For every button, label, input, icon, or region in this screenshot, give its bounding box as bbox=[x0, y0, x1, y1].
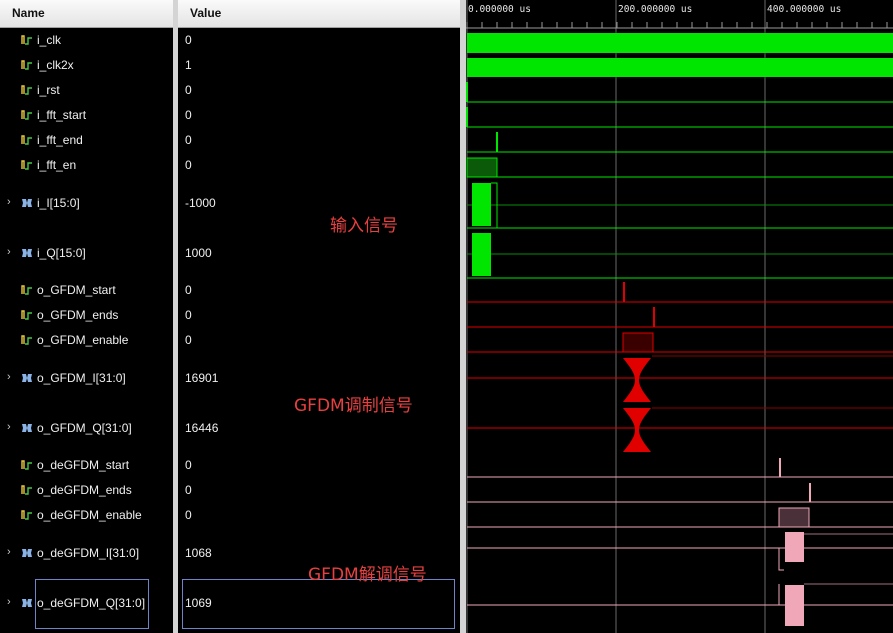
signal-value: 0 bbox=[185, 283, 192, 297]
signal-value: 0 bbox=[185, 458, 192, 472]
bit-signal-icon bbox=[21, 160, 32, 170]
bus-signal-icon bbox=[22, 199, 32, 207]
o-gfdm-i-bus-data bbox=[623, 358, 651, 402]
bit-signal-icon bbox=[21, 335, 32, 345]
signal-value: 0 bbox=[185, 83, 192, 97]
expand-chevron-icon[interactable]: › bbox=[7, 196, 11, 208]
signal-name: i_fft_start bbox=[37, 108, 87, 122]
signal-value: 0 bbox=[185, 508, 192, 522]
i-i-bus-data bbox=[472, 183, 491, 226]
signal-name: o_deGFDM_enable bbox=[37, 508, 142, 522]
signal-name: i_I[15:0] bbox=[37, 196, 80, 210]
o-degfdm-q-bus-data bbox=[785, 585, 804, 626]
signal-row[interactable]: › i_Q[15:0] bbox=[0, 246, 173, 262]
o-degfdm-q-bus-edge bbox=[778, 584, 784, 606]
selected-value-highlight bbox=[182, 579, 455, 629]
bus-signal-icon bbox=[22, 599, 32, 607]
i-clk-wave bbox=[467, 33, 893, 53]
signal-row[interactable]: o_GFDM_start bbox=[0, 283, 173, 299]
o-gfdm-enable-high bbox=[622, 332, 654, 353]
bit-signal-icon bbox=[21, 110, 32, 120]
waveform-pane[interactable]: 0.000000 us 200.000000 us 400.000000 us bbox=[466, 0, 893, 633]
signal-row[interactable]: o_GFDM_ends bbox=[0, 308, 173, 324]
signal-value: 0 bbox=[185, 333, 192, 347]
selected-row-highlight bbox=[35, 579, 149, 629]
bit-signal-icon bbox=[21, 510, 32, 520]
signal-row[interactable]: i_rst bbox=[0, 83, 173, 99]
signal-row[interactable]: i_fft_en bbox=[0, 158, 173, 174]
signal-row[interactable]: › o_GFDM_Q[31:0] bbox=[0, 421, 173, 437]
annotation-demodulated-signal: GFDM解调信号 bbox=[308, 565, 427, 585]
expand-chevron-icon[interactable]: › bbox=[7, 421, 11, 433]
signal-value: 1 bbox=[185, 58, 192, 72]
signal-name: o_deGFDM_start bbox=[37, 458, 130, 472]
bus-signal-icon bbox=[22, 249, 32, 257]
signal-value: 0 bbox=[185, 308, 192, 322]
signal-name: o_GFDM_enable bbox=[37, 333, 129, 347]
o-gfdm-q-bus-data bbox=[623, 408, 651, 452]
expand-chevron-icon[interactable]: › bbox=[7, 596, 11, 608]
signal-value: 0 bbox=[185, 158, 192, 172]
signal-name: i_Q[15:0] bbox=[37, 246, 86, 260]
expand-chevron-icon[interactable]: › bbox=[7, 246, 11, 258]
annotation-modulated-signal: GFDM调制信号 bbox=[294, 396, 413, 416]
signal-row[interactable]: i_fft_end bbox=[0, 133, 173, 149]
signal-name: o_deGFDM_I[31:0] bbox=[37, 546, 140, 560]
value-column-header[interactable]: Value bbox=[178, 0, 460, 28]
i-fft-en-high bbox=[466, 157, 498, 178]
waveform-canvas[interactable] bbox=[466, 0, 893, 633]
signal-name: o_GFDM_Q[31:0] bbox=[37, 421, 132, 435]
signal-value: 0 bbox=[185, 133, 192, 147]
signal-value: 1000 bbox=[185, 246, 212, 260]
signal-row[interactable]: o_deGFDM_enable bbox=[0, 508, 173, 524]
signal-name: i_clk2x bbox=[37, 58, 74, 72]
i-q-bus-data bbox=[472, 233, 491, 276]
signal-name: i_fft_end bbox=[37, 133, 83, 147]
expand-chevron-icon[interactable]: › bbox=[7, 546, 11, 558]
signal-value: 0 bbox=[185, 108, 192, 122]
signal-name: o_GFDM_ends bbox=[37, 308, 119, 322]
signal-value: 1068 bbox=[185, 546, 212, 560]
signal-row[interactable]: o_deGFDM_ends bbox=[0, 483, 173, 499]
name-column-header[interactable]: Name bbox=[0, 0, 173, 28]
signal-name: o_GFDM_start bbox=[37, 283, 116, 297]
signal-name: o_deGFDM_ends bbox=[37, 483, 132, 497]
signal-name-pane: Name i_clk i_clk2x i_rst i_fft_start i_fft_e… bbox=[0, 0, 173, 633]
signal-row[interactable]: i_fft_start bbox=[0, 108, 173, 124]
signal-row[interactable]: › o_deGFDM_I[31:0] bbox=[0, 546, 173, 562]
signal-value: 0 bbox=[185, 33, 192, 47]
bit-signal-icon bbox=[21, 60, 32, 70]
bus-signal-icon bbox=[22, 549, 32, 557]
signal-value: -1000 bbox=[185, 196, 216, 210]
bit-signal-icon bbox=[21, 85, 32, 95]
o-degfdm-i-bus-edge bbox=[778, 548, 784, 571]
signal-row[interactable]: o_GFDM_enable bbox=[0, 333, 173, 349]
signal-row[interactable]: o_deGFDM_start bbox=[0, 458, 173, 474]
bit-signal-icon bbox=[21, 310, 32, 320]
signal-value: 0 bbox=[185, 483, 192, 497]
bus-signal-icon bbox=[22, 374, 32, 382]
signal-row[interactable]: › i_I[15:0] bbox=[0, 196, 173, 212]
bus-signal-icon bbox=[22, 424, 32, 432]
signal-row[interactable]: i_clk bbox=[0, 33, 173, 49]
signal-name: i_rst bbox=[37, 83, 60, 97]
signal-row[interactable]: › o_GFDM_I[31:0] bbox=[0, 371, 173, 387]
bit-signal-icon bbox=[21, 485, 32, 495]
i-clk2x-wave bbox=[467, 58, 893, 77]
signal-value: 16901 bbox=[185, 371, 219, 385]
o-degfdm-i-bus-data bbox=[785, 532, 804, 562]
bit-signal-icon bbox=[21, 285, 32, 295]
signal-name: i_clk bbox=[37, 33, 62, 47]
signal-value: 16446 bbox=[185, 421, 219, 435]
o-degfdm-enable-high bbox=[778, 507, 810, 528]
signal-row[interactable]: i_clk2x bbox=[0, 58, 173, 74]
signal-name: o_GFDM_I[31:0] bbox=[37, 371, 126, 385]
bit-signal-icon bbox=[21, 135, 32, 145]
bit-signal-icon bbox=[21, 460, 32, 470]
signal-value-pane: Value 0 1 0 0 0 0 -1000 1000 0 0 0 16901 16446 0 0 0 106… bbox=[178, 0, 460, 633]
annotation-input-signal: 输入信号 bbox=[330, 216, 398, 236]
bit-signal-icon bbox=[21, 35, 32, 45]
signal-name: i_fft_en bbox=[37, 158, 77, 172]
expand-chevron-icon[interactable]: › bbox=[7, 371, 11, 383]
